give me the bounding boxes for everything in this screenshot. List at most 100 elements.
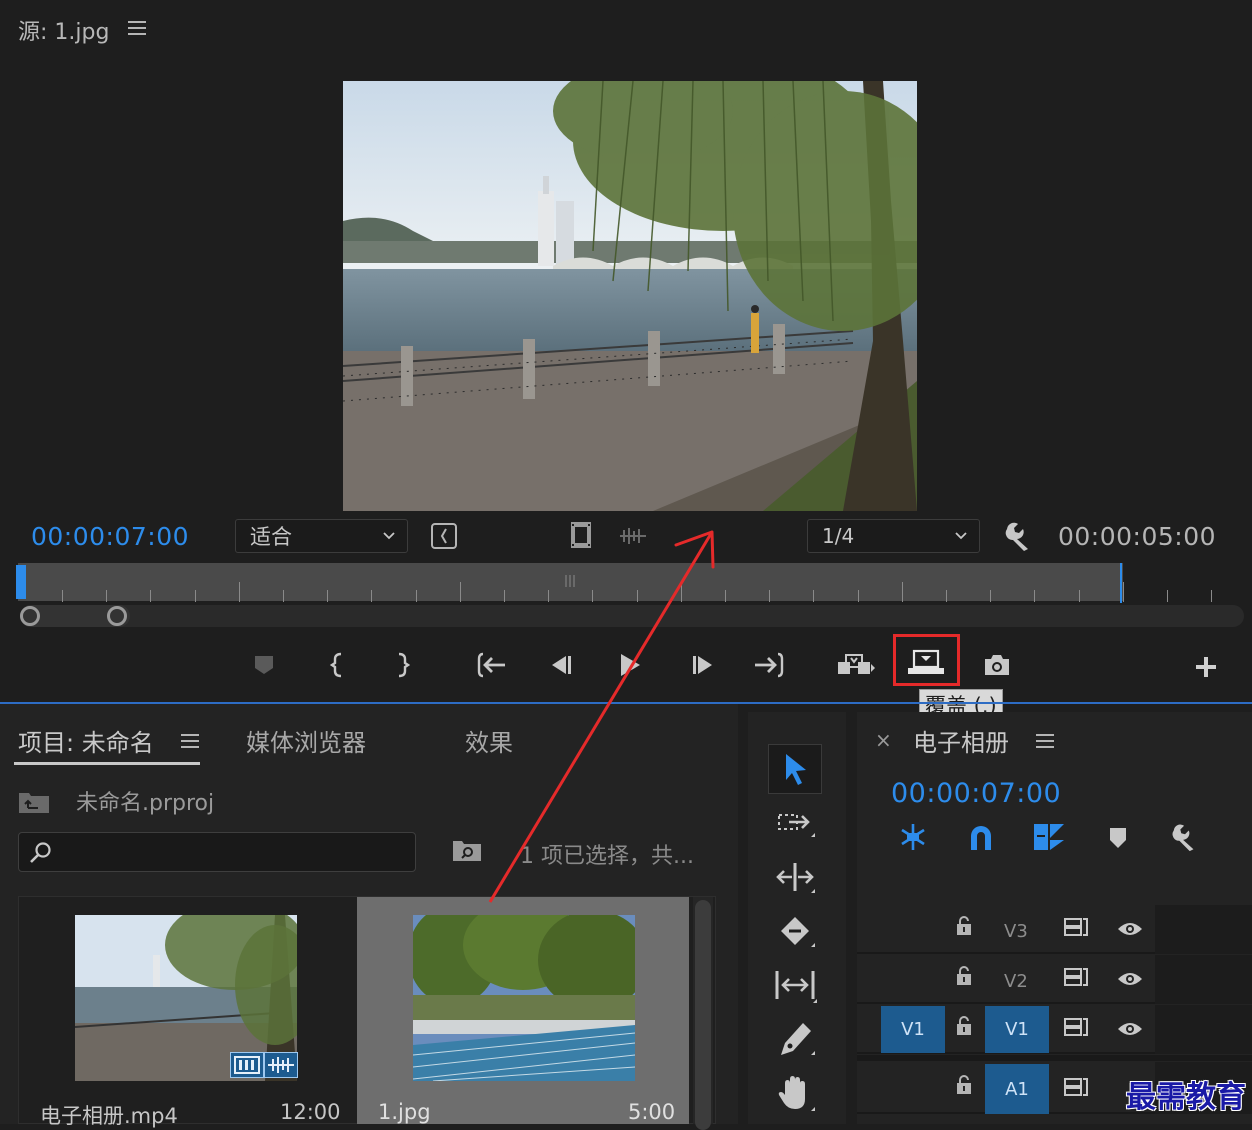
- out-point-marker: [1120, 563, 1122, 603]
- sync-lock-icon[interactable]: [1063, 967, 1089, 987]
- go-to-out-button[interactable]: [752, 648, 786, 682]
- selection-tool[interactable]: [768, 744, 822, 794]
- ruler-tick: [769, 590, 770, 602]
- play-button[interactable]: [613, 648, 647, 682]
- source-panel-menu-icon[interactable]: [128, 21, 146, 35]
- close-icon[interactable]: ×: [875, 728, 892, 752]
- bin-scrollbar-thumb[interactable]: [695, 900, 711, 1130]
- chevron-down-icon: [955, 532, 967, 540]
- ruler-tick: [1034, 590, 1035, 602]
- track-content-area: [1155, 1005, 1252, 1054]
- track-select-tool[interactable]: [768, 798, 822, 848]
- ruler-tick: [902, 582, 903, 602]
- insert-edit-point-icon[interactable]: [431, 523, 457, 549]
- video-badge-icon: [230, 1052, 264, 1078]
- track-label-v3[interactable]: V3: [1004, 921, 1028, 942]
- sequence-current-timecode[interactable]: 00:00:07:00: [891, 778, 1061, 809]
- add-marker-icon[interactable]: [1108, 826, 1128, 850]
- active-tab-underline: [14, 762, 200, 765]
- insert-button[interactable]: [836, 648, 876, 682]
- zoom-handle-right[interactable]: [107, 606, 127, 626]
- tab-effects[interactable]: 效果: [465, 723, 513, 758]
- project-item-name[interactable]: 1.jpg: [378, 1100, 431, 1124]
- zoom-handle-left[interactable]: [20, 606, 40, 626]
- ruler-tick: [504, 590, 505, 602]
- snap-magnet-icon[interactable]: [966, 822, 996, 852]
- ruler-tick: [150, 590, 151, 602]
- button-editor-button[interactable]: [1189, 650, 1223, 684]
- tab-media-browser[interactable]: 媒体浏览器: [246, 723, 366, 758]
- playback-resolution-value: 1/4: [822, 524, 855, 548]
- sync-lock-icon[interactable]: [1063, 917, 1089, 937]
- hand-icon: [778, 1076, 815, 1111]
- track-label-a1[interactable]: A1: [985, 1064, 1049, 1114]
- project-item-name[interactable]: 电子相册.mp4: [40, 1100, 178, 1130]
- project-search-input[interactable]: [18, 832, 416, 872]
- export-frame-button[interactable]: [980, 648, 1014, 682]
- chevron-down-icon: [383, 532, 395, 540]
- tab-project[interactable]: 项目: 未命名: [18, 723, 154, 758]
- project-panel-menu-icon[interactable]: [181, 734, 199, 748]
- search-icon: [30, 842, 51, 863]
- ruler-center-grip: [565, 575, 575, 587]
- hand-tool[interactable]: [768, 1068, 822, 1118]
- ruler-tick: [371, 590, 372, 602]
- mark-in-icon: [330, 652, 342, 678]
- eye-icon[interactable]: [1116, 970, 1144, 988]
- source-current-timecode[interactable]: 00:00:07:00: [31, 522, 189, 551]
- go-to-in-button[interactable]: [475, 648, 509, 682]
- timeline-settings-wrench-icon[interactable]: [1170, 822, 1200, 852]
- track-label-v1[interactable]: V1: [985, 1006, 1049, 1053]
- lock-icon[interactable]: [955, 1016, 973, 1036]
- lock-icon[interactable]: [955, 916, 973, 936]
- video-audio-divider: [857, 1055, 1252, 1061]
- sync-lock-icon[interactable]: [1063, 1017, 1089, 1037]
- source-patch-v1[interactable]: V1: [881, 1006, 945, 1053]
- pen-tool[interactable]: [768, 1014, 822, 1064]
- wrench-settings-icon[interactable]: [1003, 520, 1035, 552]
- folder-up-icon[interactable]: [18, 790, 50, 814]
- track-content-area: [1155, 955, 1252, 1004]
- find-folder-icon[interactable]: [452, 838, 482, 862]
- project-item-thumbnail-selected[interactable]: [413, 915, 635, 1081]
- mark-in-button[interactable]: [321, 648, 355, 682]
- ripple-edit-tool[interactable]: [768, 852, 822, 902]
- source-monitor-title[interactable]: 源: 1.jpg: [18, 14, 109, 46]
- fit-zoom-dropdown[interactable]: 适合: [235, 519, 408, 553]
- ruler-tick: [990, 590, 991, 602]
- fit-zoom-value: 适合: [250, 525, 292, 549]
- play-icon: [621, 654, 640, 676]
- eye-icon[interactable]: [1116, 1020, 1144, 1038]
- track-label-v2[interactable]: V2: [1004, 971, 1028, 992]
- linked-selection-icon[interactable]: [1032, 822, 1066, 852]
- eye-icon[interactable]: [1116, 920, 1144, 938]
- zoom-scrollbar-track[interactable]: [20, 605, 1244, 627]
- nest-sequence-icon[interactable]: [898, 822, 928, 852]
- sync-lock-icon[interactable]: [1063, 1077, 1089, 1097]
- sequence-panel-menu-icon[interactable]: [1036, 734, 1054, 748]
- ruler-tick: [1211, 590, 1212, 602]
- ruler-tick: [327, 590, 328, 602]
- ruler-tick: [239, 582, 240, 602]
- source-playhead[interactable]: [16, 565, 26, 599]
- ruler-tick: [195, 590, 196, 602]
- mark-out-button[interactable]: [385, 648, 419, 682]
- playback-resolution-dropdown[interactable]: 1/4: [807, 519, 980, 553]
- razor-tool[interactable]: [768, 906, 822, 956]
- plus-icon: [1196, 657, 1216, 677]
- camera-icon: [985, 655, 1009, 675]
- ruler-tick: [1123, 582, 1124, 602]
- step-back-button[interactable]: [544, 648, 578, 682]
- ruler-tick: [548, 590, 549, 602]
- lock-icon[interactable]: [955, 1075, 973, 1095]
- sequence-title[interactable]: 电子相册: [913, 723, 1009, 758]
- lock-icon[interactable]: [955, 966, 973, 986]
- slip-tool[interactable]: [768, 960, 822, 1010]
- project-file-name: 未命名.prproj: [76, 791, 215, 816]
- marker-icon: [255, 656, 273, 674]
- add-marker-button[interactable]: [247, 648, 281, 682]
- ruler-tick: [106, 590, 107, 602]
- drag-audio-only-icon[interactable]: [618, 526, 648, 546]
- step-forward-button[interactable]: [686, 648, 720, 682]
- drag-video-only-icon[interactable]: [568, 521, 594, 549]
